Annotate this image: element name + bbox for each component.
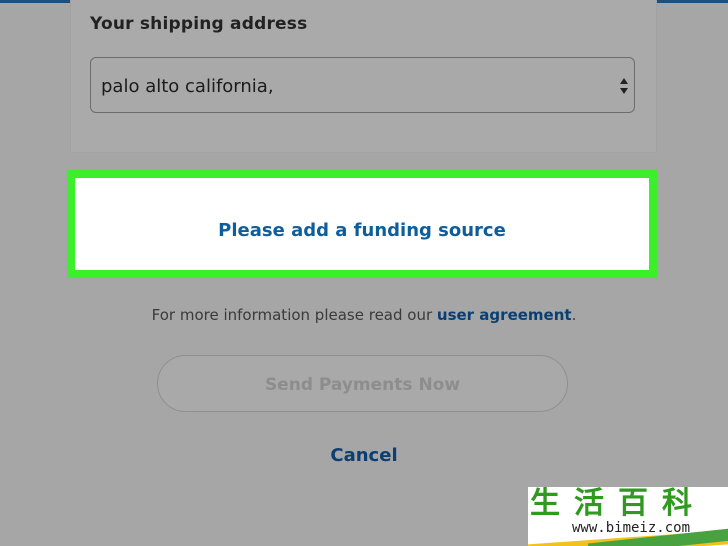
funding-source-box[interactable]: Please add a funding source bbox=[75, 178, 649, 270]
watermark-logo: 生活百科 www.bimeiz.com bbox=[528, 487, 728, 546]
send-payments-button[interactable]: Send Payments Now bbox=[157, 355, 568, 412]
send-payments-label: Send Payments Now bbox=[264, 375, 461, 395]
watermark-url: www.bimeiz.com bbox=[572, 520, 691, 536]
highlight-frame: Please add a funding source bbox=[67, 170, 657, 278]
info-text: For more information please read our use… bbox=[0, 306, 728, 324]
shipping-address-value: palo alto california, bbox=[101, 76, 274, 97]
add-funding-source-link[interactable]: Please add a funding source bbox=[75, 220, 649, 241]
sort-arrows-icon bbox=[620, 78, 628, 94]
info-suffix: . bbox=[571, 306, 577, 324]
shipping-panel: Your shipping address palo alto californ… bbox=[70, 0, 657, 153]
user-agreement-link[interactable]: user agreement bbox=[437, 306, 572, 324]
watermark-chars: 生活百科 bbox=[530, 487, 706, 521]
cancel-link[interactable]: Cancel bbox=[0, 445, 728, 466]
shipping-address-label: Your shipping address bbox=[90, 14, 308, 34]
shipping-address-select[interactable]: palo alto california, bbox=[90, 57, 635, 113]
info-prefix: For more information please read our bbox=[151, 306, 437, 324]
